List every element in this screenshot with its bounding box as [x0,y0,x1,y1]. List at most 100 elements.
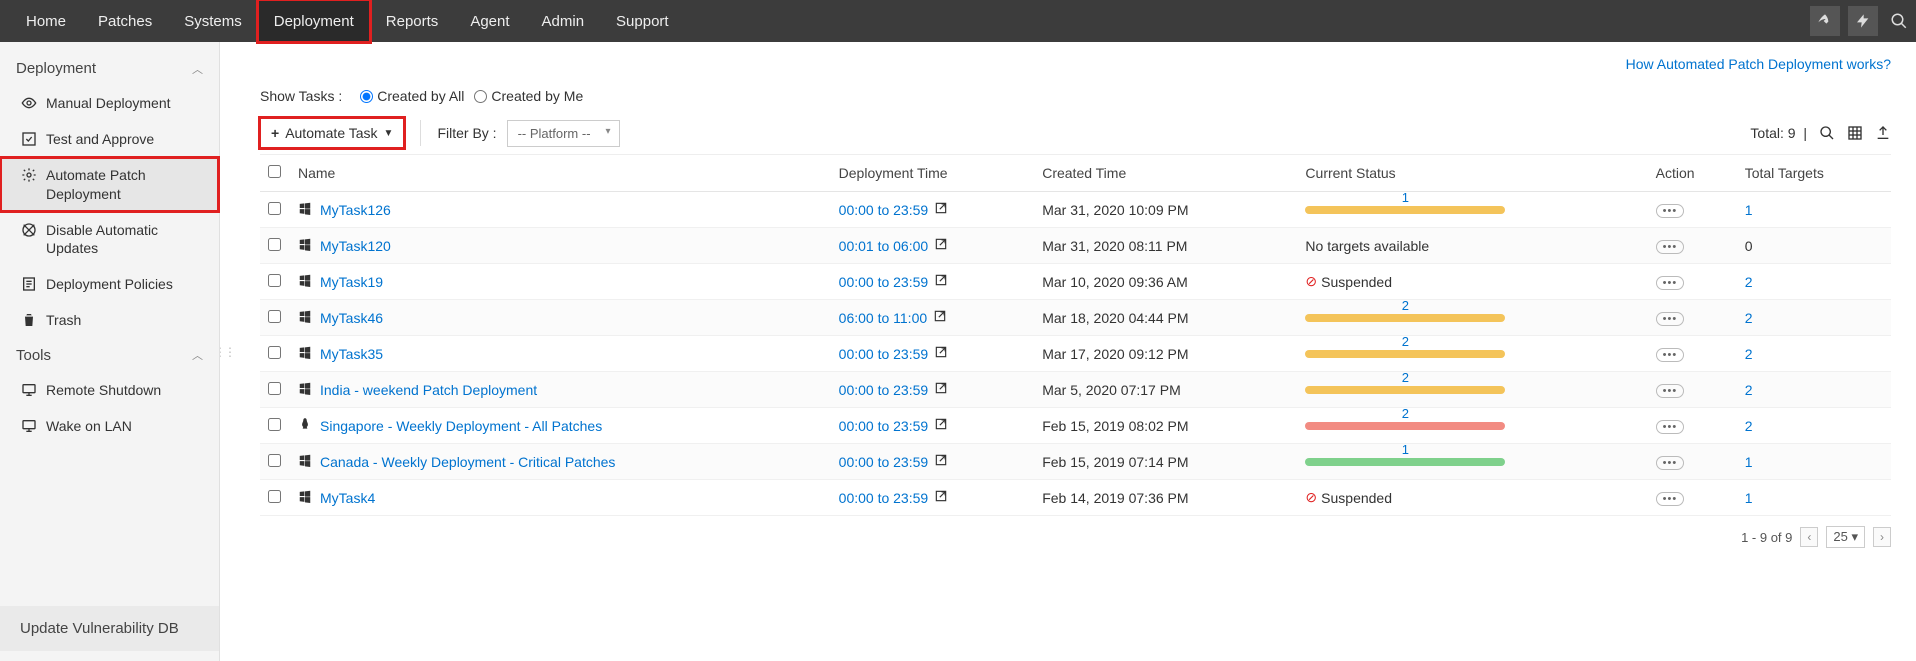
row-checkbox[interactable] [268,490,281,503]
radio-created-by-all[interactable] [360,90,373,103]
popout-icon[interactable] [933,309,947,323]
deployment-time-link[interactable]: 00:00 to 23:59 [839,418,929,434]
task-name-link[interactable]: MyTask126 [320,202,391,218]
action-menu-button[interactable]: ••• [1656,456,1685,470]
task-name-link[interactable]: Singapore - Weekly Deployment - All Patc… [320,418,602,434]
row-checkbox[interactable] [268,454,281,467]
task-name-link[interactable]: MyTask46 [320,310,383,326]
action-menu-button[interactable]: ••• [1656,240,1685,254]
targets-link[interactable]: 1 [1745,202,1753,218]
popout-icon[interactable] [934,201,948,215]
deployment-time-link[interactable]: 00:00 to 23:59 [839,274,929,290]
deployment-time-link[interactable]: 06:00 to 11:00 [839,310,927,326]
sidebar-item-wake-on-lan[interactable]: Wake on LAN [0,408,219,444]
col-status[interactable]: Current Status [1297,155,1647,192]
action-menu-button[interactable]: ••• [1656,348,1685,362]
popout-icon[interactable] [934,417,948,431]
row-checkbox[interactable] [268,274,281,287]
status-bar[interactable]: 1 [1305,458,1505,466]
radio-created-by-me[interactable] [474,90,487,103]
task-name-link[interactable]: India - weekend Patch Deployment [320,382,537,398]
popout-icon[interactable] [934,273,948,287]
task-name-link[interactable]: Canada - Weekly Deployment - Critical Pa… [320,454,615,470]
task-name-link[interactable]: MyTask35 [320,346,383,362]
targets-link[interactable]: 2 [1745,418,1753,434]
deployment-time-link[interactable]: 00:00 to 23:59 [839,454,929,470]
row-checkbox[interactable] [268,238,281,251]
status-bar[interactable]: 2 [1305,350,1505,358]
col-name[interactable]: Name [290,155,831,192]
next-page-button[interactable]: › [1873,527,1891,547]
row-checkbox[interactable] [268,382,281,395]
action-menu-button[interactable]: ••• [1656,420,1685,434]
task-name-link[interactable]: MyTask4 [320,490,375,506]
deployment-time-link[interactable]: 00:00 to 23:59 [839,202,929,218]
targets-link[interactable]: 1 [1745,454,1753,470]
sidebar-item-disable-automatic-updates[interactable]: Disable Automatic Updates [0,212,219,266]
row-checkbox[interactable] [268,310,281,323]
export-icon[interactable] [1875,125,1891,141]
deployment-time-link[interactable]: 00:00 to 23:59 [839,490,929,506]
action-menu-button[interactable]: ••• [1656,204,1685,218]
popout-icon[interactable] [934,489,948,503]
help-link[interactable]: How Automated Patch Deployment works? [260,52,1891,82]
deployment-time-link[interactable]: 00:00 to 23:59 [839,346,929,362]
sidebar-item-manual-deployment[interactable]: Manual Deployment [0,85,219,121]
sidebar-item-trash[interactable]: Trash [0,302,219,338]
page-size-select[interactable]: 25 ▾ [1826,526,1865,548]
col-deployment-time[interactable]: Deployment Time [831,155,1035,192]
status-bar[interactable]: 2 [1305,422,1505,430]
select-all-checkbox[interactable] [268,165,281,178]
action-menu-button[interactable]: ••• [1656,312,1685,326]
popout-icon[interactable] [934,381,948,395]
nav-home[interactable]: Home [10,0,82,42]
popout-icon[interactable] [934,237,948,251]
sidebar-section-tools[interactable]: Tools︿ [0,339,219,372]
resize-handle-icon[interactable]: ⋮⋮ [220,345,234,359]
action-menu-button[interactable]: ••• [1656,384,1685,398]
sidebar-item-deployment-policies[interactable]: Deployment Policies [0,266,219,302]
targets-link[interactable]: 2 [1745,274,1753,290]
nav-reports[interactable]: Reports [370,0,455,42]
sidebar-item-automate-patch-deployment[interactable]: Automate Patch Deployment [0,157,219,211]
sidebar-item-test-and-approve[interactable]: Test and Approve [0,121,219,157]
status-bar[interactable]: 1 [1305,206,1505,214]
nav-patches[interactable]: Patches [82,0,168,42]
bolt-icon[interactable] [1848,6,1878,36]
row-checkbox[interactable] [268,418,281,431]
deployment-time-link[interactable]: 00:00 to 23:59 [839,382,929,398]
search-icon[interactable] [1882,0,1916,42]
targets-link[interactable]: 2 [1745,346,1753,362]
popout-icon[interactable] [934,453,948,467]
automate-task-button[interactable]: + Automate Task ▼ [260,118,404,148]
col-created-time[interactable]: Created Time [1034,155,1297,192]
nav-admin[interactable]: Admin [526,0,601,42]
popout-icon[interactable] [934,345,948,359]
rocket-icon[interactable] [1810,6,1840,36]
targets-link[interactable]: 2 [1745,310,1753,326]
action-menu-button[interactable]: ••• [1656,276,1685,290]
col-targets[interactable]: Total Targets [1737,155,1891,192]
nav-agent[interactable]: Agent [454,0,525,42]
status-bar[interactable]: 2 [1305,386,1505,394]
targets-link[interactable]: 2 [1745,382,1753,398]
platform-select[interactable]: -- Platform -- [507,120,620,147]
col-action[interactable]: Action [1648,155,1737,192]
update-vuln-db-button[interactable]: Update Vulnerability DB [0,606,219,651]
action-menu-button[interactable]: ••• [1656,492,1685,506]
task-name-link[interactable]: MyTask19 [320,274,383,290]
search-icon[interactable] [1819,125,1835,141]
nav-deployment[interactable]: Deployment [258,0,370,42]
targets-link[interactable]: 1 [1745,490,1753,506]
sidebar-item-remote-shutdown[interactable]: Remote Shutdown [0,372,219,408]
row-checkbox[interactable] [268,346,281,359]
task-name-link[interactable]: MyTask120 [320,238,391,254]
nav-systems[interactable]: Systems [168,0,258,42]
grid-icon[interactable] [1847,125,1863,141]
deployment-time-link[interactable]: 00:01 to 06:00 [839,238,929,254]
status-bar[interactable]: 2 [1305,314,1505,322]
sidebar-section-deployment[interactable]: Deployment︿ [0,52,219,85]
prev-page-button[interactable]: ‹ [1800,527,1818,547]
row-checkbox[interactable] [268,202,281,215]
nav-support[interactable]: Support [600,0,685,42]
